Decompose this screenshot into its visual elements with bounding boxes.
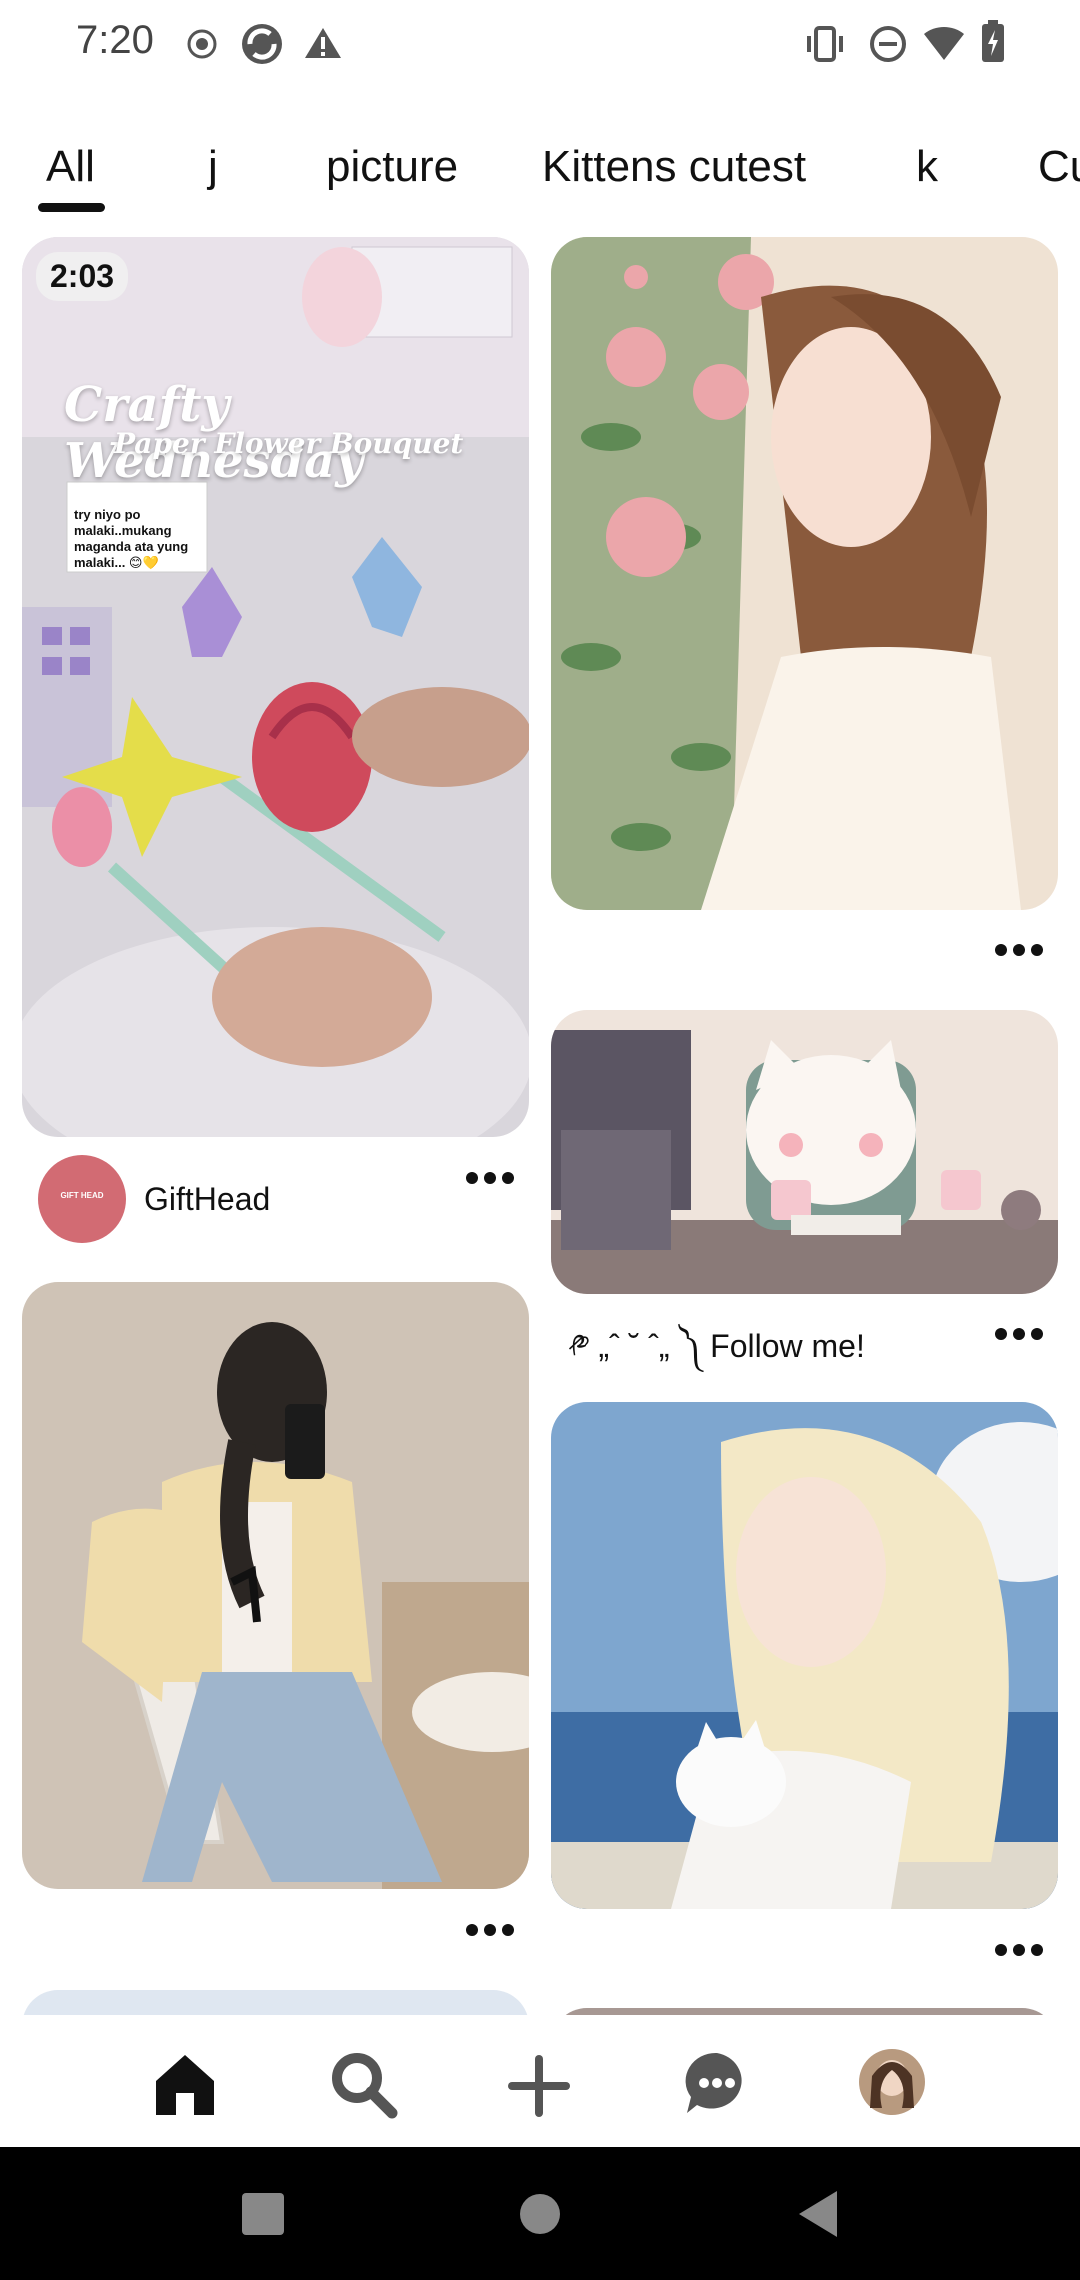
tab-picture[interactable]: picture <box>326 142 458 192</box>
selected-tab-indicator <box>38 203 105 212</box>
pin-anime-girl-with-cat[interactable] <box>551 1402 1058 1909</box>
dnd-icon <box>870 26 906 62</box>
home-icon[interactable] <box>152 2051 218 2117</box>
overlay-subtitle: Paper Flower Bouquet <box>114 427 464 460</box>
video-duration-badge: 2:03 <box>36 252 129 301</box>
search-icon[interactable] <box>330 2051 398 2119</box>
board-tabs: All j picture Kittens cutest k Cu <box>0 130 1080 220</box>
plus-icon[interactable] <box>506 2053 572 2119</box>
more-options-icon[interactable] <box>995 1324 1043 1344</box>
system-navigation-bar <box>0 2147 1080 2280</box>
pin-image <box>22 237 529 1137</box>
pin-image <box>551 1010 1058 1294</box>
pin-image <box>22 1282 529 1889</box>
pin-image <box>551 237 1058 910</box>
back-icon[interactable] <box>797 2191 839 2237</box>
creator-name[interactable]: GiftHead <box>144 1181 270 1218</box>
warning-icon <box>305 28 341 58</box>
record-icon <box>187 29 217 59</box>
chat-icon[interactable] <box>683 2049 751 2117</box>
more-options-icon[interactable] <box>466 1168 514 1188</box>
status-time: 7:20 <box>76 18 154 62</box>
more-options-icon[interactable] <box>995 940 1043 960</box>
tab-k[interactable]: k <box>916 142 938 192</box>
comment-sticker: try niyo po malaki..mukang maganda ata y… <box>74 507 189 570</box>
status-bar: 7:20 <box>0 0 1080 90</box>
more-options-icon[interactable] <box>995 1940 1043 1960</box>
more-options-icon[interactable] <box>466 1920 514 1940</box>
recents-icon[interactable] <box>242 2193 284 2235</box>
profile-avatar[interactable] <box>858 2048 926 2116</box>
pin-anime-rose-girl[interactable] <box>551 237 1058 910</box>
pin-title: ༲ „ˆ ˘ ˆ„ ༽ Follow me! <box>568 1328 865 1364</box>
vibrate-icon <box>807 26 843 62</box>
tab-cu[interactable]: Cu <box>1038 142 1080 192</box>
battery-icon <box>982 20 1004 62</box>
sync-icon <box>242 24 282 64</box>
home-circle-icon[interactable] <box>519 2193 561 2235</box>
tab-kittens-cutest[interactable]: Kittens cutest <box>542 142 806 192</box>
pin-video-paper-flowers[interactable]: Crafty Wednesday Paper Flower Bouquet tr… <box>22 237 529 1137</box>
wifi-icon <box>924 26 964 60</box>
pin-mirror-selfie[interactable] <box>22 1282 529 1889</box>
creator-avatar[interactable]: GIFT HEAD <box>38 1155 126 1243</box>
bottom-navigation <box>0 2015 1080 2147</box>
tab-j[interactable]: j <box>208 142 218 192</box>
pin-cat-at-desk[interactable] <box>551 1010 1058 1294</box>
pin-image <box>551 1402 1058 1909</box>
tab-all[interactable]: All <box>46 142 95 192</box>
